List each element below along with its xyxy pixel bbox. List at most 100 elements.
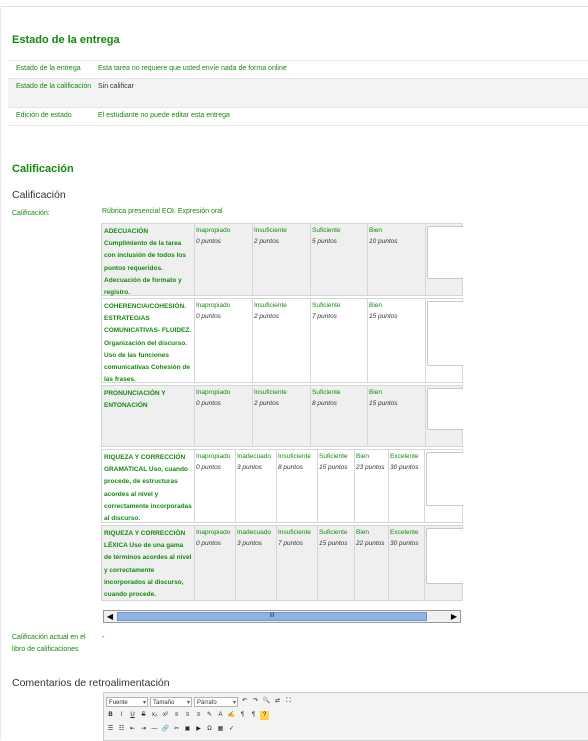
level-label: Bien — [369, 389, 383, 396]
rubric-level-cell[interactable]: Insuficiente 8 puntos — [276, 450, 317, 522]
rubric-horizontal-scrollbar[interactable]: ◀ III ▶ — [103, 610, 461, 623]
rubric-level-cell[interactable]: Inapropiado 0 puntos — [194, 299, 252, 382]
align-right-icon[interactable]: ≡ — [194, 711, 203, 720]
grading-subheading: Calificación — [12, 189, 66, 201]
rubric-level-cell[interactable]: Excelente 30 puntos — [388, 450, 424, 522]
level-label: Inadecuado — [237, 529, 271, 536]
horizontal-rule-icon[interactable]: — — [150, 725, 159, 734]
outdent-icon[interactable]: ⇤ — [128, 725, 137, 734]
level-points: 23 puntos — [356, 464, 385, 471]
rubric-level-cell[interactable]: Bien 15 puntos — [367, 386, 425, 446]
rubric-level-cell[interactable]: Inapropiado 0 puntos — [194, 224, 252, 295]
level-points: 8 puntos — [312, 400, 337, 407]
rubric-level-cell[interactable]: Inapropiado 0 puntos — [194, 386, 252, 446]
media-icon[interactable]: ▶ — [194, 725, 203, 734]
bold-icon[interactable]: B — [106, 711, 115, 720]
rtl-icon[interactable]: ¶ — [249, 711, 258, 720]
fullscreen-icon[interactable]: ⛶ — [284, 697, 293, 706]
align-center-icon[interactable]: ≡ — [183, 711, 192, 720]
rubric-level-cell[interactable]: Inadecuado 3 puntos — [235, 526, 276, 600]
level-points: 15 puntos — [369, 313, 398, 320]
text-color-icon[interactable]: A — [216, 711, 225, 720]
superscript-icon[interactable]: x² — [161, 711, 170, 720]
ltr-icon[interactable]: ¶ — [238, 711, 247, 720]
rubric-level-cell[interactable]: Suficiente 5 puntos — [310, 224, 367, 295]
rubric-level-cell[interactable]: Bien 22 puntos — [354, 526, 388, 600]
rubric-level-cell[interactable]: Inapropiado 0 puntos — [194, 526, 235, 600]
status-row-label: Estado de la entrega — [16, 65, 81, 72]
undo-icon[interactable]: ↶ — [240, 697, 249, 706]
criterion-remark-textarea[interactable] — [427, 226, 463, 279]
scroll-right-arrow[interactable]: ▶ — [448, 611, 460, 622]
subscript-icon[interactable]: x₂ — [150, 711, 159, 720]
level-label: Suficiente — [312, 302, 341, 309]
rubric-level-cell[interactable]: Suficiente 15 puntos — [317, 526, 354, 600]
find-icon[interactable]: 🔍 — [262, 697, 271, 706]
level-points: 15 puntos — [319, 464, 348, 471]
level-points: 30 puntos — [390, 464, 419, 471]
replace-icon[interactable]: ⇄ — [273, 697, 282, 706]
status-row-value: Esta tarea no requiere que usted envíe n… — [98, 65, 287, 72]
rubric-level-cell[interactable]: Excelente 30 puntos — [388, 526, 424, 600]
level-points: 2 puntos — [254, 238, 279, 245]
level-points: 15 puntos — [319, 540, 348, 547]
underline-icon[interactable]: U — [128, 711, 137, 720]
level-points: 30 puntos — [390, 540, 419, 547]
criterion-remark-textarea[interactable] — [427, 388, 463, 430]
criterion-remark-textarea[interactable] — [426, 452, 463, 506]
level-label: Excelente — [390, 453, 419, 460]
status-row-label: Edición de estado — [16, 112, 72, 119]
rubric-level-cell[interactable]: Inadecuado 3 puntos — [235, 450, 276, 522]
size-select[interactable]: Tamaño — [150, 696, 192, 708]
rubric-level-cell[interactable]: Insuficiente 2 puntos — [252, 386, 310, 446]
rubric-level-cell[interactable]: Insuficiente 2 puntos — [252, 224, 310, 295]
link-icon[interactable]: 🔗 — [161, 725, 170, 734]
highlight-icon[interactable]: ✍ — [227, 711, 236, 720]
status-row-value: Sin calificar — [98, 83, 134, 90]
rubric-level-cell[interactable]: Suficiente 8 puntos — [310, 386, 367, 446]
rubric-level-cell[interactable]: Bien 15 puntos — [367, 299, 425, 382]
align-left-icon[interactable]: ≡ — [172, 711, 181, 720]
scroll-thumb[interactable]: III — [117, 612, 427, 621]
level-label: Bien — [369, 227, 383, 234]
level-label: Inadecuado — [237, 453, 271, 460]
font-select[interactable]: Fuente — [106, 696, 148, 708]
table-icon[interactable]: ▦ — [216, 725, 225, 734]
numbered-list-icon[interactable]: ☷ — [117, 725, 126, 734]
clean-format-icon[interactable]: ✎ — [205, 711, 214, 720]
rubric-level-cell[interactable]: Bien 10 puntos — [367, 224, 425, 295]
unlink-icon[interactable]: ✂ — [172, 725, 181, 734]
italic-icon[interactable]: I — [117, 711, 126, 720]
level-label: Inapropiado — [196, 453, 231, 460]
rubric-criterion: COHERENCIA/COHESIÓN. ESTRATEGIAS COMUNIC… — [101, 298, 463, 383]
rubric-level-cell[interactable]: Suficiente 15 puntos — [317, 450, 354, 522]
image-icon[interactable]: ▣ — [183, 725, 192, 734]
rubric-criterion: ADECUACIÓN Cumplimiento de la tarea con … — [101, 223, 463, 296]
indent-icon[interactable]: ⇥ — [139, 725, 148, 734]
level-points: 22 puntos — [356, 540, 385, 547]
format-select[interactable]: Párrafo — [194, 696, 238, 708]
feedback-editor[interactable]: Fuente Tamaño Párrafo ↶ ↷ 🔍 ⇄ ⛶ B I U S … — [103, 692, 588, 741]
rubric-level-cell[interactable]: Bien 23 puntos — [354, 450, 388, 522]
editor-toolbar-row-3: ☰ ☷ ⇤ ⇥ — 🔗 ✂ ▣ ▶ Ω ▦ ✓ — [106, 724, 236, 735]
special-char-icon[interactable]: Ω — [205, 725, 214, 734]
level-points: 15 puntos — [369, 400, 398, 407]
top-divider — [0, 6, 588, 7]
scroll-left-arrow[interactable]: ◀ — [104, 611, 116, 622]
rubric-level-cell[interactable]: Insuficiente 7 puntos — [276, 526, 317, 600]
rubric-level-cell[interactable]: Inapropiado 0 puntos — [194, 450, 235, 522]
bullet-list-icon[interactable]: ☰ — [106, 725, 115, 734]
criterion-description: RIQUEZA Y CORRECCIÓN GRAMATICAL Uso, cua… — [104, 454, 192, 523]
level-points: 5 puntos — [312, 238, 337, 245]
criterion-remark-textarea[interactable] — [427, 301, 463, 366]
level-points: 8 puntos — [278, 464, 303, 471]
level-points: 7 puntos — [278, 540, 303, 547]
spellcheck-icon[interactable]: ✓ — [227, 725, 236, 734]
rubric-level-cell[interactable]: Insuficiente 2 puntos — [252, 299, 310, 382]
rubric-level-cell[interactable]: Suficiente 7 puntos — [310, 299, 367, 382]
strikethrough-icon[interactable]: S — [139, 711, 148, 720]
criterion-remark-textarea[interactable] — [426, 528, 463, 584]
redo-icon[interactable]: ↷ — [251, 697, 260, 706]
left-divider — [0, 6, 1, 739]
help-icon[interactable]: ? — [260, 711, 269, 720]
